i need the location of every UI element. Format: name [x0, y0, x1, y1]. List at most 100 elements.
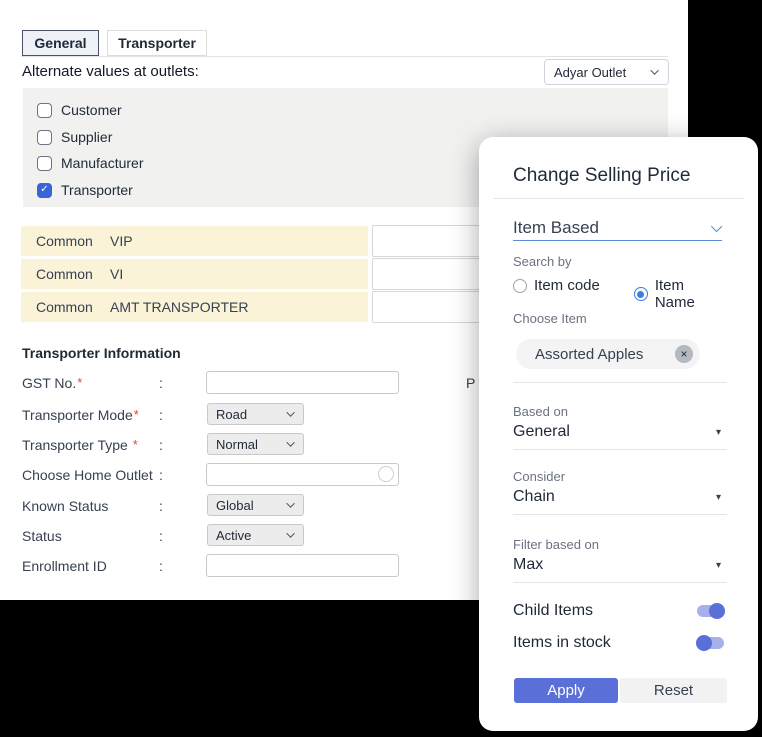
enrollment-input[interactable] — [206, 554, 399, 577]
choose-item-label: Choose Item — [513, 311, 587, 326]
outlet-select-value: Adyar Outlet — [554, 64, 627, 80]
filter-based-on-label: Filter based on — [513, 537, 599, 552]
selected-item-chip: Assorted Apples × — [516, 339, 700, 369]
checkbox-checked-icon: ✓ — [37, 182, 52, 198]
chevron-down-icon — [286, 438, 295, 447]
row-value: VIP — [110, 233, 133, 249]
colon: : — [159, 498, 163, 514]
based-on-value: General — [513, 423, 570, 440]
checkbox-manufacturer-label: Manufacturer — [61, 155, 144, 171]
colon: : — [159, 528, 163, 544]
gst-input[interactable] — [206, 371, 399, 394]
apply-button[interactable]: Apply — [514, 678, 618, 703]
items-in-stock-row: Items in stock — [513, 634, 727, 652]
gst-label: GST No. — [22, 375, 77, 391]
filter-based-on-group: Filter based on Max ▾ — [513, 537, 727, 583]
status-select[interactable]: Active — [207, 524, 304, 546]
checkbox-unchecked-icon — [37, 102, 52, 118]
tab-transporter[interactable]: Transporter — [107, 30, 207, 56]
transporter-type-label: Transporter Type — [22, 437, 132, 453]
checkbox-transporter[interactable]: ✓ Transporter — [37, 182, 133, 198]
colon: : — [159, 375, 163, 391]
radio-selected-icon — [634, 287, 648, 301]
tab-general[interactable]: General — [22, 30, 99, 56]
transporter-mode-value: Road — [216, 406, 248, 422]
tab-transporter-label: Transporter — [118, 35, 196, 51]
required-mark: * — [132, 437, 138, 452]
checkbox-transporter-label: Transporter — [61, 182, 133, 198]
status-label: Status — [22, 528, 62, 544]
radio-item-name[interactable]: Item Name — [634, 277, 727, 311]
row-scope: Common — [36, 233, 93, 249]
child-items-label: Child Items — [513, 602, 594, 619]
row-value: AMT TRANSPORTER — [110, 299, 249, 315]
chevron-down-icon — [286, 499, 295, 508]
status-value: Active — [216, 527, 252, 543]
checkbox-customer[interactable]: Customer — [37, 102, 122, 118]
alternate-value-row: Common AMT TRANSPORTER — [21, 292, 368, 322]
triangle-down-icon: ▾ — [715, 426, 721, 438]
alternate-values-label: Alternate values at outlets: — [22, 63, 199, 80]
checkbox-unchecked-icon — [37, 129, 52, 145]
reset-button-label: Reset — [653, 682, 694, 699]
based-on-group: Based on General ▾ — [513, 404, 727, 450]
checkbox-supplier[interactable]: Supplier — [37, 129, 112, 145]
colon: : — [159, 407, 163, 423]
consider-group: Consider Chain ▾ — [513, 469, 727, 515]
transporter-info-heading: Transporter Information — [22, 345, 181, 361]
consider-value: Chain — [513, 488, 555, 505]
home-outlet-input[interactable] — [206, 463, 399, 486]
reset-button[interactable]: Reset — [620, 678, 727, 703]
alternate-value-input[interactable] — [372, 291, 480, 323]
checkbox-manufacturer[interactable]: Manufacturer — [37, 155, 143, 171]
mode-select[interactable]: Item Based — [513, 215, 723, 241]
enrollment-label: Enrollment ID — [22, 558, 107, 574]
tab-general-label: General — [34, 35, 87, 51]
field-row-status: Status : Active — [22, 524, 462, 548]
consider-label: Consider — [513, 469, 566, 484]
clipped-label-fragment: P — [466, 375, 476, 391]
required-mark: * — [133, 407, 139, 422]
child-items-row: Child Items — [513, 602, 727, 620]
checkbox-unchecked-icon — [37, 155, 52, 171]
based-on-select[interactable]: General ▾ — [513, 423, 727, 450]
toggle-knob — [709, 603, 725, 619]
field-row-known-status: Known Status : Global — [22, 494, 462, 518]
child-items-toggle[interactable] — [697, 603, 725, 619]
modal-title: Change Selling Price — [513, 165, 691, 186]
chevron-down-icon — [650, 66, 659, 75]
apply-button-label: Apply — [547, 682, 585, 699]
transporter-type-select[interactable]: Normal — [207, 433, 304, 455]
field-row-transporter-mode: Transporter Mode* : Road — [22, 403, 462, 427]
tabs-divider — [21, 56, 668, 57]
colon: : — [159, 437, 163, 453]
row-scope: Common — [36, 299, 93, 315]
field-row-home-outlet: Choose Home Outlet : — [22, 463, 462, 487]
alternate-value-row: Common VIP — [21, 226, 368, 256]
field-row-gst: GST No.* : — [22, 371, 462, 395]
radio-item-code[interactable]: Item code — [513, 277, 600, 294]
alternate-value-input[interactable] — [372, 258, 480, 290]
radio-item-name-label: Item Name — [654, 277, 695, 311]
field-row-transporter-type: Transporter Type * : Normal — [22, 433, 462, 457]
checkbox-supplier-label: Supplier — [61, 129, 113, 145]
alternate-value-row: Common VI — [21, 259, 368, 289]
close-icon[interactable]: × — [675, 345, 693, 363]
filter-based-on-select[interactable]: Max ▾ — [513, 556, 727, 583]
triangle-down-icon: ▾ — [715, 559, 721, 571]
chevron-down-icon — [286, 408, 295, 417]
change-selling-price-modal: Change Selling Price Item Based Search b… — [479, 137, 758, 731]
alternate-value-input[interactable] — [372, 225, 480, 257]
consider-select[interactable]: Chain ▾ — [513, 488, 727, 515]
chip-text: Assorted Apples — [535, 345, 644, 363]
items-in-stock-label: Items in stock — [513, 634, 611, 651]
transporter-type-value: Normal — [216, 436, 258, 452]
transporter-mode-select[interactable]: Road — [207, 403, 304, 425]
outlet-select[interactable]: Adyar Outlet — [544, 59, 669, 85]
items-in-stock-toggle[interactable] — [696, 635, 724, 651]
modal-divider — [493, 198, 744, 199]
transporter-mode-label: Transporter Mode — [22, 407, 133, 423]
radio-item-code-label: Item code — [534, 277, 600, 294]
known-status-select[interactable]: Global — [207, 494, 304, 516]
home-outlet-label: Choose Home Outlet — [22, 467, 153, 483]
